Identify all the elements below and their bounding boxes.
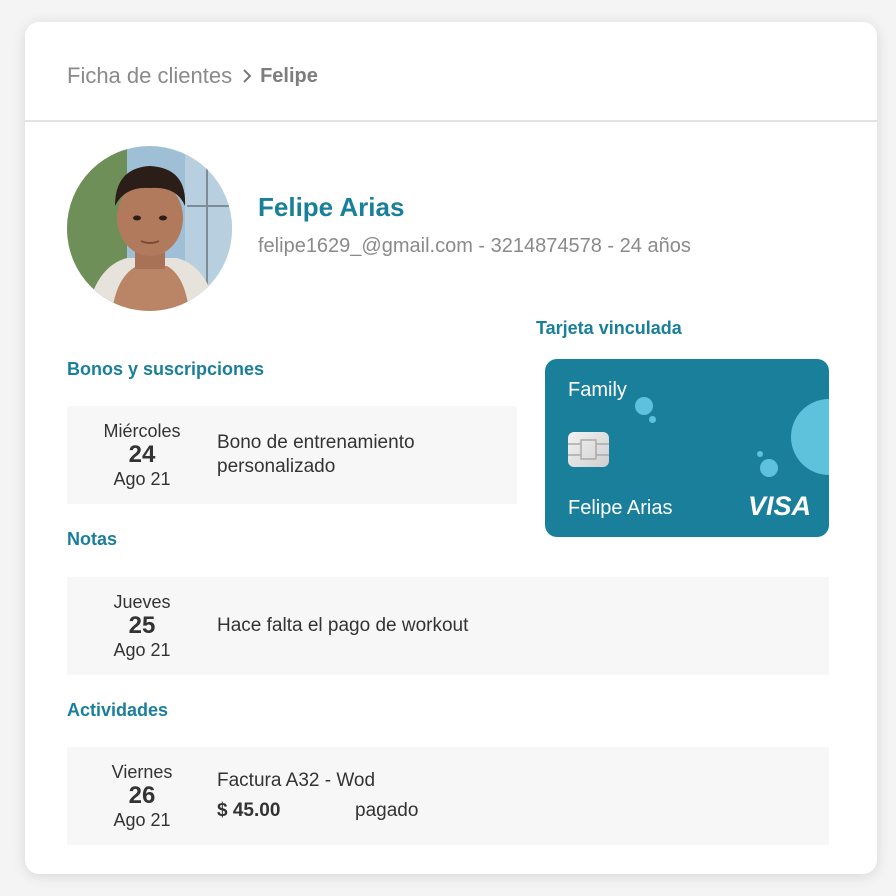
list-item-bono[interactable]: Miércoles 24 Ago 21 Bono de entrenamient… [67,406,517,504]
date-month: Ago 21 [113,468,171,489]
profile-name: Felipe Arias [258,192,405,222]
section-title-notas: Notas [67,529,118,549]
card-holder-name: Felipe Arias [568,497,673,519]
date-weekday: Jueves [113,591,171,612]
linked-credit-card[interactable]: Family Felipe Arias VISA [545,359,829,537]
decorative-bubble [791,399,829,475]
section-title-bonos: Bonos y suscripciones [67,359,265,379]
decorative-bubble [760,459,778,477]
client-card: Ficha de clientes Felipe Felipe Arias fe… [25,22,877,874]
linked-card-title: Tarjeta vinculada [536,318,682,338]
breadcrumb: Ficha de clientes Felipe [67,62,318,90]
invoice-amount: $ 45.00 [217,800,281,821]
breadcrumb-parent-link[interactable]: Ficha de clientes [67,63,232,89]
card-chip-icon [568,432,609,467]
bono-description: Bono de entrenamiento personalizado [217,432,415,477]
date-month: Ago 21 [113,809,171,830]
decorative-bubble [635,397,653,415]
date-month: Ago 21 [113,639,171,660]
invoice-amount-line: $ 45.00 pagado [217,799,418,823]
chevron-right-icon [242,69,252,83]
avatar [67,146,232,311]
date-weekday: Miércoles [103,420,181,441]
actividad-details: Factura A32 - Wod $ 45.00 pagado [217,769,418,823]
card-plan-name: Family [568,379,627,401]
date-day: 24 [128,441,156,469]
date-day: 25 [128,612,156,640]
date-block: Miércoles 24 Ago 21 [67,421,217,490]
breadcrumb-current: Felipe [260,64,318,87]
decorative-bubble [649,416,656,423]
header-divider [25,120,877,122]
date-weekday: Viernes [111,761,173,782]
list-item-actividad[interactable]: Viernes 26 Ago 21 Factura A32 - Wod $ 45… [67,747,829,845]
section-title-actividades: Actividades [67,700,169,720]
date-block: Viernes 26 Ago 21 [67,762,217,831]
visa-logo: VISA [747,491,811,521]
date-block: Jueves 25 Ago 21 [67,592,217,661]
list-item-nota[interactable]: Jueves 25 Ago 21 Hace falta el pago de w… [67,577,829,675]
profile-contact-info: felipe1629_@gmail.com - 3214874578 - 24 … [258,235,691,257]
invoice-status: pagado [355,800,419,821]
decorative-bubble [757,451,763,457]
nota-text: Hace falta el pago de workout [217,615,469,637]
date-day: 26 [128,782,156,810]
invoice-label: Factura A32 - Wod [217,770,376,792]
